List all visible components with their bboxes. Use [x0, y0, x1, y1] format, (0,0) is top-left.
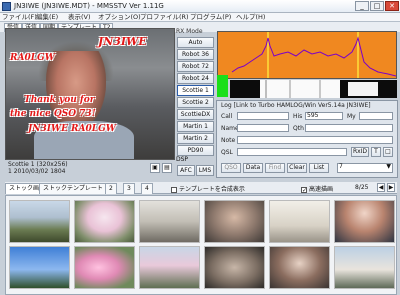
rx-status: Scottie 1 (320x256) 1 2010/03/02 1804 — [8, 161, 68, 175]
rxid-button[interactable]: RxID — [351, 147, 369, 157]
my-field[interactable] — [359, 112, 393, 120]
menu-program[interactable]: プログラム(P) — [190, 13, 231, 22]
afc-button[interactable]: AFC — [177, 165, 195, 176]
call-label: Call — [221, 113, 233, 120]
thumbnail-4[interactable] — [204, 200, 265, 243]
stock-tabs: ストック画像 ストックテンプレート 1 2 3 4 テンプレートを合成表示 高速… — [5, 182, 397, 194]
thumbnail-8[interactable] — [74, 246, 135, 289]
data-button[interactable]: Data — [243, 163, 263, 173]
spectrum-display[interactable] — [217, 31, 397, 79]
list-button[interactable]: List — [309, 163, 329, 173]
overlay-callsign-2: RA0LGW — [10, 53, 55, 63]
rx-image[interactable]: JN3IWE RA0LGW Thank you for the nice QSO… — [5, 28, 175, 160]
thumbnail-12[interactable] — [334, 246, 395, 289]
waterfall-pattern — [230, 80, 397, 98]
dsp-panel: DSP AFC LMS — [176, 156, 214, 178]
mode-robot36-button[interactable]: Robot 36 — [177, 49, 214, 60]
clear-button[interactable]: Clear — [287, 163, 307, 173]
tx-id-icon[interactable]: T — [371, 147, 381, 157]
thumbnail-5[interactable] — [269, 200, 330, 243]
overlay-callsign-1: JN3IWE — [98, 35, 147, 48]
title-bar: JN3IWE (JN3IWE.MDT) - MMSSTV Ver 1.11G _… — [0, 0, 400, 13]
menu-bar: ファイル(F) 編集(E) 表示(V) オプション(O) プロファイル(R) プ… — [0, 13, 400, 22]
call-field[interactable] — [237, 112, 289, 120]
thumbnail-1[interactable] — [9, 200, 70, 243]
lms-button[interactable]: LMS — [196, 165, 214, 176]
mode-robot24-button[interactable]: Robot 24 — [177, 73, 214, 84]
menu-edit[interactable]: 編集(E) — [36, 13, 58, 22]
overlay-line-3: JN3IWE RA0LGW — [28, 124, 116, 134]
his-label: His — [293, 113, 303, 120]
prev-page-icon[interactable]: ◀ — [377, 183, 385, 192]
fast-draw-checkbox[interactable]: 高速描画 — [301, 184, 333, 193]
menu-options[interactable]: オプション(O) — [98, 13, 141, 22]
app-icon — [2, 2, 11, 11]
minimize-button[interactable]: _ — [355, 1, 369, 11]
rx-status-time: 1 2010/03/02 1804 — [8, 168, 66, 175]
spectrum-trace — [218, 32, 396, 78]
note-field[interactable] — [237, 136, 393, 144]
rx-status-mode: Scottie 1 (320x256) — [8, 161, 68, 168]
mode-martin2-button[interactable]: Martin 2 — [177, 133, 214, 144]
thumbnail-9[interactable] — [139, 246, 200, 289]
close-button[interactable]: ✕ — [385, 1, 399, 11]
template-composite-label: テンプレートを合成表示 — [179, 186, 245, 193]
thumbnail-gallery — [5, 195, 397, 295]
chevron-down-icon: ▼ — [386, 163, 391, 170]
menu-help[interactable]: ヘルプ(H) — [236, 13, 265, 22]
mode-scottiedx-button[interactable]: ScottieDX — [177, 109, 214, 120]
mode-scottie2-button[interactable]: Scottie 2 — [177, 97, 214, 108]
qth-field[interactable] — [305, 124, 393, 132]
thumbnail-2[interactable] — [74, 200, 135, 243]
save-icon[interactable]: ▣ — [150, 163, 160, 173]
find-button[interactable]: Find — [265, 163, 285, 173]
my-label: My — [347, 113, 356, 120]
menu-file[interactable]: ファイル(F) — [2, 13, 37, 22]
log-panel: Log [Link to Turbo HAMLOG/Win Ver5.14a J… — [216, 100, 398, 178]
tab-stock-3[interactable]: 3 — [123, 183, 135, 194]
name-field[interactable] — [237, 124, 289, 132]
thumbnail-3[interactable] — [139, 200, 200, 243]
rx-mode-label: RX Mode — [176, 28, 203, 35]
menu-profile[interactable]: プロファイル(R) — [140, 13, 189, 22]
dsp-label: DSP — [176, 156, 189, 163]
note-label: Note — [221, 137, 236, 144]
mode-pd90-button[interactable]: PD90 — [177, 145, 214, 156]
mode-auto-button[interactable]: Auto — [177, 37, 214, 48]
qth-label: Qth — [293, 125, 304, 132]
tab-stock-2[interactable]: 2 — [105, 183, 117, 194]
log-title: Log [Link to Turbo HAMLOG/Win Ver5.14a J… — [221, 102, 371, 109]
thumbnail-11[interactable] — [269, 246, 330, 289]
overlay-line-1: Thank you for — [24, 95, 95, 105]
cw-id-icon[interactable]: □ — [383, 147, 393, 157]
thumbnail-10[interactable] — [204, 246, 265, 289]
qsl-field[interactable] — [237, 148, 347, 156]
mode-robot72-button[interactable]: Robot 72 — [177, 61, 214, 72]
list-select[interactable]: 7 ▼ — [337, 163, 393, 173]
tab-stock-4[interactable]: 4 — [141, 183, 153, 194]
qso-button[interactable]: QSO — [221, 163, 241, 173]
menu-view[interactable]: 表示(V) — [68, 13, 91, 22]
waterfall-display[interactable] — [230, 80, 397, 98]
tab-stock-template-1[interactable]: ストックテンプレート 1 — [39, 183, 113, 194]
maximize-button[interactable]: □ — [370, 1, 384, 11]
page-counter: 8/25 — [355, 184, 369, 191]
checkbox-box — [171, 186, 177, 193]
overlay-line-2: the nice QSO 73! — [10, 109, 96, 119]
signal-level-bar — [217, 75, 228, 97]
template-composite-checkbox[interactable]: テンプレートを合成表示 — [171, 184, 245, 193]
mode-scottie1-button[interactable]: Scottie 1 — [177, 85, 214, 96]
his-field[interactable]: 595 — [305, 112, 343, 120]
fast-draw-label: 高速描画 — [309, 186, 334, 193]
next-page-icon[interactable]: ▶ — [387, 183, 395, 192]
mode-martin1-button[interactable]: Martin 1 — [177, 121, 214, 132]
qsl-label: QSL — [221, 149, 233, 156]
window-title: JN3IWE (JN3IWE.MDT) - MMSSTV Ver 1.11G — [14, 2, 164, 10]
list-select-value: 7 — [339, 163, 343, 170]
thumbnail-7[interactable] — [9, 246, 70, 289]
checkbox-box-checked — [301, 186, 307, 193]
folder-icon[interactable]: ▤ — [162, 163, 172, 173]
thumbnail-6[interactable] — [334, 200, 395, 243]
